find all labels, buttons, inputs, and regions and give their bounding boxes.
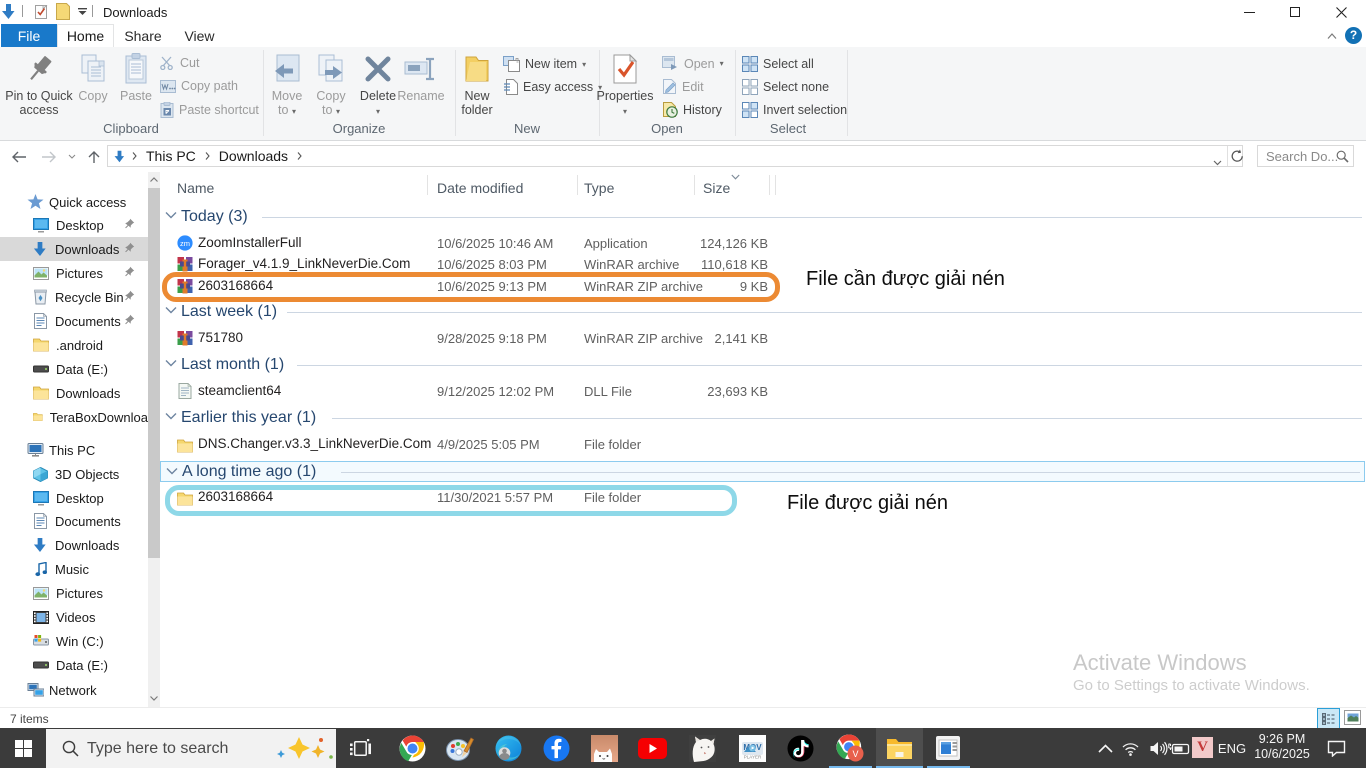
- svg-text:PLAYER: PLAYER: [743, 754, 761, 759]
- svg-text:V: V: [852, 749, 858, 759]
- svg-text:zm: zm: [180, 239, 190, 248]
